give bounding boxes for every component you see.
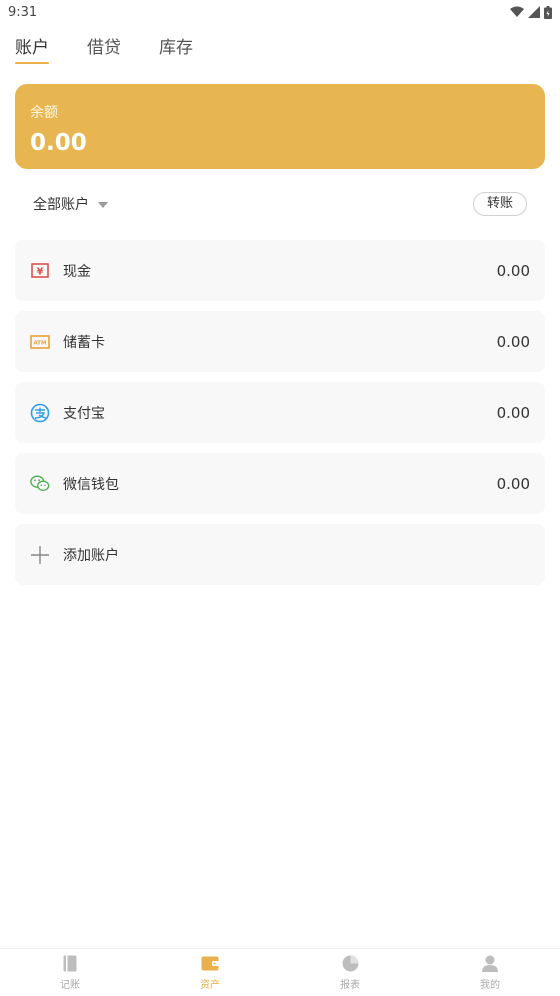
account-item-cash[interactable]: ¥ 现金 0.00	[15, 240, 545, 301]
account-amount: 0.00	[496, 474, 530, 493]
tab-inventory[interactable]: 库存	[159, 36, 193, 66]
plus-icon	[30, 545, 50, 565]
account-filter-dropdown[interactable]: 全部账户	[15, 194, 108, 214]
pie-chart-icon	[341, 955, 359, 973]
account-amount: 0.00	[496, 332, 530, 351]
tab-loans[interactable]: 借贷	[87, 36, 121, 66]
balance-value: 0.00	[30, 130, 87, 156]
add-account-button[interactable]: 添加账户	[15, 524, 545, 585]
signal-icon	[528, 6, 540, 18]
account-name: 现金	[63, 263, 91, 280]
account-name: 支付宝	[63, 405, 105, 422]
account-amount: 0.00	[496, 261, 530, 280]
battery-icon	[544, 5, 552, 19]
status-icons	[510, 5, 552, 19]
svg-text:ATM: ATM	[33, 340, 46, 346]
balance-label: 余额	[30, 105, 58, 121]
account-item-debit-card[interactable]: ATM 储蓄卡 0.00	[15, 311, 545, 372]
book-icon	[61, 955, 79, 973]
alipay-icon	[30, 403, 50, 423]
nav-label: 资产	[200, 979, 220, 991]
balance-card: 余额 0.00	[15, 84, 545, 169]
account-filter-label: 全部账户	[33, 197, 89, 213]
svg-text:¥: ¥	[37, 267, 44, 278]
account-item-alipay[interactable]: 支付宝 0.00	[15, 382, 545, 443]
add-account-label: 添加账户	[63, 547, 119, 564]
account-name: 微信钱包	[63, 476, 119, 493]
bottom-nav: 记账 资产 报表 我的	[0, 948, 560, 996]
status-bar: 9:31	[0, 0, 560, 24]
account-item-wechat-wallet[interactable]: 微信钱包 0.00	[15, 453, 545, 514]
nav-item-bookkeeping[interactable]: 记账	[0, 949, 140, 996]
nav-label: 我的	[480, 979, 500, 991]
nav-item-reports[interactable]: 报表	[280, 949, 420, 996]
atm-card-icon: ATM	[30, 332, 50, 352]
filter-row: 全部账户 转账	[15, 190, 545, 218]
nav-label: 记账	[60, 979, 80, 991]
tab-accounts[interactable]: 账户	[15, 36, 49, 66]
wallet-icon	[201, 955, 219, 973]
nav-item-mine[interactable]: 我的	[420, 949, 560, 996]
status-time: 9:31	[8, 4, 38, 20]
person-icon	[481, 955, 499, 973]
chevron-down-icon	[98, 202, 108, 208]
top-tabs: 账户 借贷 库存	[15, 36, 193, 66]
account-amount: 0.00	[496, 403, 530, 422]
wechat-icon	[30, 474, 50, 494]
cash-yuan-icon: ¥	[30, 261, 50, 281]
wifi-icon	[510, 6, 524, 17]
nav-item-assets[interactable]: 资产	[140, 949, 280, 996]
transfer-button[interactable]: 转账	[472, 192, 527, 216]
account-name: 储蓄卡	[63, 334, 105, 351]
nav-label: 报表	[340, 979, 360, 991]
account-list: ¥ 现金 0.00 ATM 储蓄卡 0.00 支付宝 0.00 微信钱包 0.0…	[15, 240, 545, 595]
